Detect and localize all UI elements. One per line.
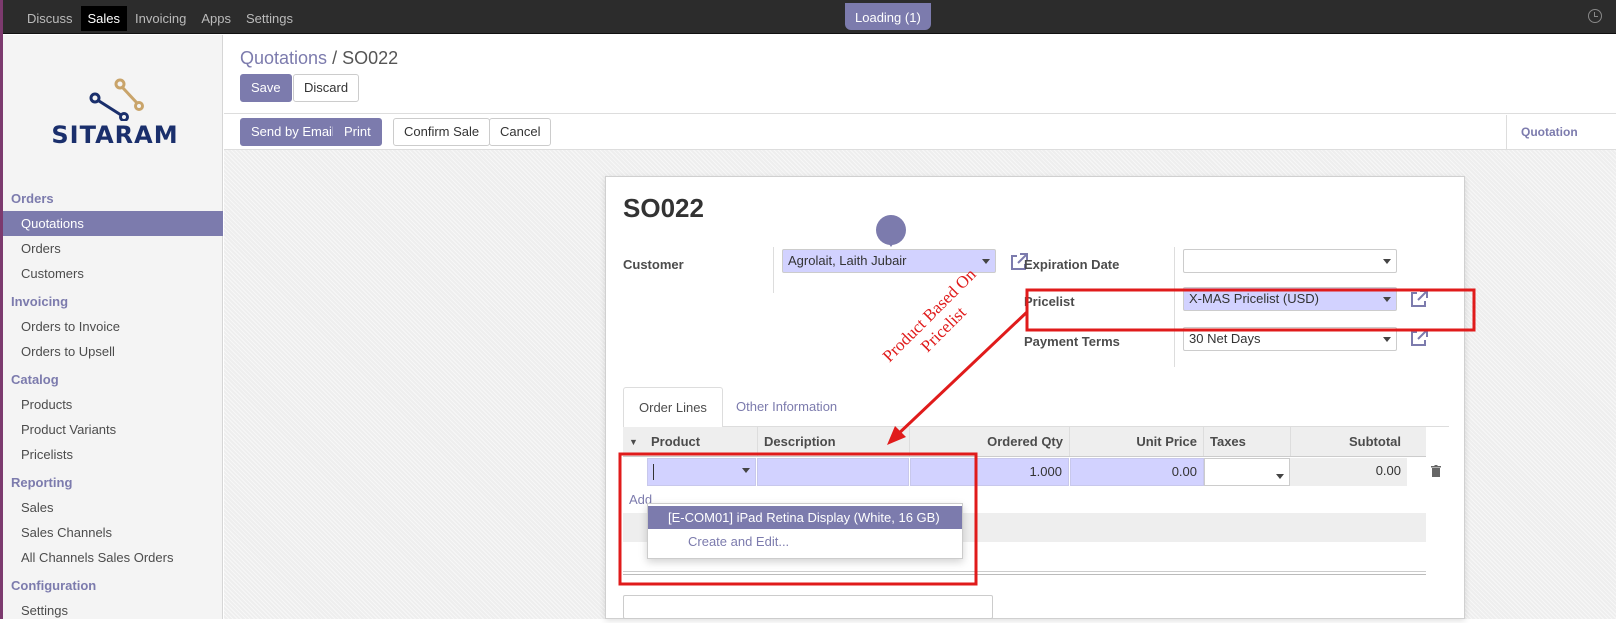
product-autocomplete-dropdown: [E-COM01] iPad Retina Display (White, 16… bbox=[647, 503, 963, 559]
sidebar-item-products[interactable]: Products bbox=[3, 392, 223, 417]
sidebar-item-customers[interactable]: Customers bbox=[3, 261, 223, 286]
field-separator bbox=[1174, 247, 1175, 367]
sidebar-item-product-variants[interactable]: Product Variants bbox=[3, 417, 223, 442]
send-by-email-button[interactable]: Send by Email bbox=[240, 118, 346, 146]
table-row: 1.000 0.00 0.00 bbox=[623, 458, 1449, 486]
order-lines-header: ▼ Product Description Ordered Qty Unit P… bbox=[623, 427, 1426, 457]
cancel-button[interactable]: Cancel bbox=[489, 118, 552, 146]
sidebar-item-sales-channels[interactable]: Sales Channels bbox=[3, 520, 223, 545]
payment-terms-value: 30 Net Days bbox=[1189, 331, 1261, 346]
sidebar-item-orders-to-upsell[interactable]: Orders to Upsell bbox=[3, 339, 223, 364]
status-stage-quotation[interactable]: Quotation bbox=[1506, 115, 1616, 149]
column-ordered-qty[interactable]: Ordered Qty bbox=[909, 427, 1069, 456]
clock-icon[interactable] bbox=[1588, 9, 1602, 23]
breadcrumb: Quotations / SO022 bbox=[240, 48, 398, 69]
sidebar-item-orders-to-invoice[interactable]: Orders to Invoice bbox=[3, 314, 223, 339]
breadcrumb-separator: / bbox=[332, 48, 338, 68]
chevron-down-icon bbox=[742, 468, 750, 473]
pricelist-field[interactable]: X-MAS Pricelist (USD) bbox=[1183, 287, 1397, 311]
sidebar-section-invoicing: Invoicing bbox=[11, 294, 69, 309]
sidebar-item-quotations[interactable]: Quotations bbox=[3, 211, 223, 236]
logo-mark-icon bbox=[89, 78, 144, 122]
sidebar: SITARAM Orders Quotations Orders Custome… bbox=[3, 35, 223, 619]
sidebar-section-catalog: Catalog bbox=[11, 372, 59, 387]
control-panel: Quotations / SO022 Save Discard bbox=[224, 35, 1616, 114]
ordered-qty-input[interactable]: 1.000 bbox=[910, 458, 1069, 486]
sidebar-section-orders: Orders bbox=[11, 191, 54, 206]
chevron-down-icon bbox=[1276, 474, 1284, 479]
customer-label: Customer bbox=[623, 257, 684, 272]
sort-handle-icon[interactable]: ▼ bbox=[623, 427, 645, 456]
confirm-sale-button[interactable]: Confirm Sale bbox=[393, 118, 491, 146]
map-marker-icon bbox=[876, 215, 906, 247]
top-menu: Discuss Sales Invoicing Apps Settings bbox=[20, 6, 301, 31]
top-navbar: Discuss Sales Invoicing Apps Settings Lo… bbox=[3, 0, 1616, 34]
company-logo: SITARAM bbox=[25, 77, 205, 159]
expiration-date-label: Expiration Date bbox=[1024, 257, 1120, 272]
tab-other-information[interactable]: Other Information bbox=[721, 387, 852, 428]
chevron-down-icon bbox=[1383, 259, 1391, 264]
menu-invoicing[interactable]: Invoicing bbox=[128, 6, 193, 31]
sidebar-item-pricelists[interactable]: Pricelists bbox=[3, 442, 223, 467]
field-separator bbox=[773, 247, 774, 293]
payment-terms-label: Payment Terms bbox=[1024, 334, 1120, 349]
column-subtotal[interactable]: Subtotal bbox=[1290, 427, 1407, 456]
subtotal-value: 0.00 bbox=[1290, 458, 1407, 486]
sidebar-section-configuration: Configuration bbox=[11, 578, 97, 593]
menu-discuss[interactable]: Discuss bbox=[20, 6, 80, 31]
expiration-date-field[interactable] bbox=[1183, 249, 1397, 273]
status-bar: Send by Email Print Confirm Sale Cancel … bbox=[224, 115, 1616, 150]
print-button[interactable]: Print bbox=[333, 118, 382, 146]
breadcrumb-current: SO022 bbox=[342, 48, 399, 68]
chevron-down-icon bbox=[1383, 337, 1391, 342]
description-input[interactable] bbox=[757, 458, 909, 486]
create-and-edit-option[interactable]: Create and Edit... bbox=[648, 530, 962, 553]
menu-sales[interactable]: Sales bbox=[80, 6, 128, 31]
table-footer-divider bbox=[623, 574, 1426, 575]
payment-terms-field[interactable]: 30 Net Days bbox=[1183, 327, 1397, 351]
column-unit-price[interactable]: Unit Price bbox=[1069, 427, 1203, 456]
taxes-input[interactable] bbox=[1204, 458, 1290, 486]
pricelist-value: X-MAS Pricelist (USD) bbox=[1189, 291, 1320, 306]
autocomplete-option[interactable]: [E-COM01] iPad Retina Display (White, 16… bbox=[648, 506, 962, 529]
column-product[interactable]: Product bbox=[645, 427, 757, 456]
trash-icon[interactable] bbox=[1431, 465, 1441, 477]
external-link-icon[interactable] bbox=[1409, 289, 1429, 309]
sidebar-item-settings[interactable]: Settings bbox=[3, 598, 223, 623]
column-taxes[interactable]: Taxes bbox=[1203, 427, 1290, 456]
table-footer-divider bbox=[623, 571, 1426, 572]
save-button[interactable]: Save bbox=[240, 74, 292, 102]
menu-settings[interactable]: Settings bbox=[239, 6, 300, 31]
customer-value: Agrolait, Laith Jubair bbox=[788, 253, 907, 268]
sidebar-item-all-channels-sales-orders[interactable]: All Channels Sales Orders bbox=[3, 545, 223, 570]
discard-button[interactable]: Discard bbox=[293, 74, 360, 102]
terms-note-field[interactable] bbox=[623, 595, 993, 619]
menu-apps[interactable]: Apps bbox=[194, 6, 238, 31]
pricelist-label: Pricelist bbox=[1024, 294, 1075, 309]
loading-indicator: Loading (1) bbox=[845, 3, 931, 30]
sidebar-item-sales[interactable]: Sales bbox=[3, 495, 223, 520]
external-link-icon[interactable] bbox=[1409, 328, 1429, 348]
sidebar-menu: Orders Quotations Orders Customers Invoi… bbox=[3, 187, 223, 623]
record-title: SO022 bbox=[623, 193, 704, 223]
breadcrumb-quotations-link[interactable]: Quotations bbox=[240, 48, 327, 68]
sidebar-item-orders[interactable]: Orders bbox=[3, 236, 223, 261]
logo-text: SITARAM bbox=[51, 121, 179, 149]
chevron-down-icon bbox=[1383, 297, 1391, 302]
notebook-tabs: Order Lines Other Information bbox=[623, 387, 1449, 428]
unit-price-input[interactable]: 0.00 bbox=[1070, 458, 1204, 486]
tab-order-lines[interactable]: Order Lines bbox=[623, 387, 723, 428]
sidebar-section-reporting: Reporting bbox=[11, 475, 73, 490]
chevron-down-icon bbox=[982, 259, 990, 264]
product-input[interactable] bbox=[647, 458, 756, 486]
text-cursor bbox=[653, 464, 654, 480]
column-description[interactable]: Description bbox=[757, 427, 909, 456]
